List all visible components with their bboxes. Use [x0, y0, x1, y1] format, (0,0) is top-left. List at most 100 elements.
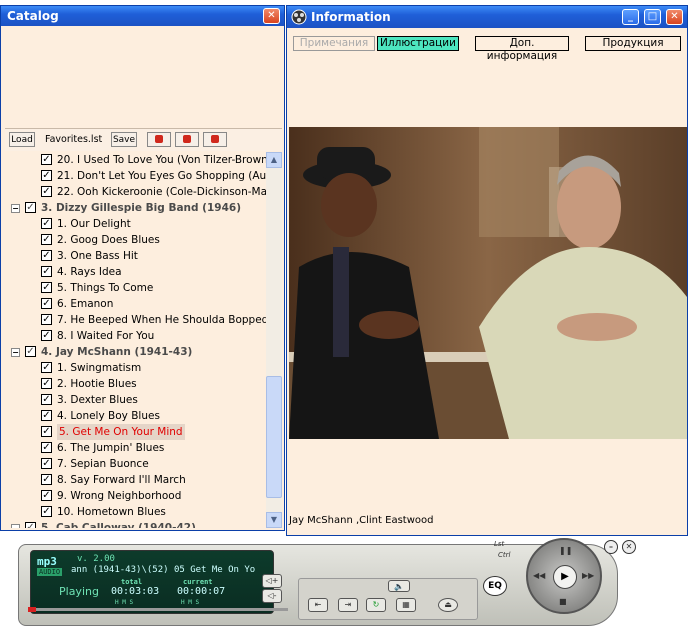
volume-up-icon[interactable]: ◁+	[262, 574, 282, 588]
scroll-up-icon[interactable]: ▲	[266, 152, 282, 168]
playlist-icon[interactable]: ▦	[396, 598, 416, 612]
check-icon[interactable]: ✓	[41, 186, 52, 197]
check-icon[interactable]: ✓	[41, 170, 52, 181]
check-icon[interactable]: ✓	[41, 490, 52, 501]
check-icon[interactable]: ✓	[41, 506, 52, 517]
tab-extra-info[interactable]: Доп. информация	[475, 36, 569, 62]
speaker-icon[interactable]: 🔈	[388, 580, 410, 592]
track-label: 5. Things To Come	[57, 282, 154, 294]
track-label: 8. I Waited For You	[57, 330, 155, 342]
prev-track-icon[interactable]: ⇤	[308, 598, 328, 612]
expand-icon[interactable]	[203, 132, 227, 147]
check-icon[interactable]: ✓	[41, 298, 52, 309]
tab-products[interactable]: Продукция	[585, 36, 681, 51]
catalog-title: Catalog	[7, 9, 59, 23]
maximize-icon[interactable]: □	[644, 9, 661, 25]
collapse-icon[interactable]: −	[11, 348, 20, 357]
total-time: 00:03:03	[111, 586, 160, 597]
check-icon[interactable]: ✓	[41, 442, 52, 453]
forward-icon[interactable]: ▶▶	[582, 571, 594, 580]
check-icon[interactable]: ✓	[41, 378, 52, 389]
seek-bar[interactable]	[28, 607, 288, 612]
track-label: 1. Our Delight	[57, 218, 131, 230]
next-track-icon[interactable]: ⇥	[338, 598, 358, 612]
check-icon[interactable]: ✓	[41, 266, 52, 277]
move-up-down-icon[interactable]	[175, 132, 199, 147]
player-display: mp3 AUDIO v. 2.00 ann (1941-43)\(52) 05 …	[30, 550, 274, 614]
check-icon[interactable]: ✓	[41, 474, 52, 485]
save-button[interactable]: Save	[111, 132, 137, 147]
player-logo: mp3	[37, 555, 57, 568]
check-icon[interactable]: ✓	[41, 250, 52, 261]
collapse-icon[interactable]: −	[11, 204, 20, 213]
pause-icon[interactable]: ❚❚	[559, 546, 572, 555]
current-hms: H M S	[181, 599, 200, 606]
player-close-icon[interactable]: ✕	[622, 540, 636, 554]
scroll-thumb[interactable]	[266, 376, 282, 498]
total-hms: H M S	[115, 599, 134, 606]
player-track-scroll: ann (1941-43)\(52) 05 Get Me On Yo	[71, 565, 256, 575]
photo-caption: Jay McShann ,Clint Eastwood	[289, 515, 434, 526]
tab-notes[interactable]: Примечания	[293, 36, 375, 51]
check-icon[interactable]: ✓	[41, 154, 52, 165]
vertical-scrollbar[interactable]: ▲ ▼	[266, 152, 282, 528]
move-all-icon[interactable]	[147, 132, 171, 147]
close-icon[interactable]: ✕	[263, 8, 280, 24]
player-audio-badge: AUDIO	[37, 568, 63, 576]
stop-icon[interactable]: ■	[559, 597, 567, 606]
track-label: 7. He Beeped When He Shoulda Bopped	[57, 314, 266, 326]
play-icon[interactable]: ▶	[553, 565, 577, 589]
group-label: 5. Cab Calloway (1940-42)	[41, 522, 196, 528]
info-title: Information	[311, 10, 391, 24]
audio-player: mp3 AUDIO v. 2.00 ann (1941-43)\(52) 05 …	[18, 538, 638, 628]
check-icon[interactable]: ✓	[41, 234, 52, 245]
check-icon[interactable]: ✓	[41, 394, 52, 405]
total-label: total	[121, 578, 143, 586]
collapse-icon[interactable]: −	[11, 524, 20, 528]
track-label: 3. One Bass Hit	[57, 250, 138, 262]
load-button[interactable]: Load	[9, 132, 35, 147]
rewind-icon[interactable]: ◀◀	[533, 571, 545, 580]
close-icon[interactable]: ✕	[666, 9, 683, 25]
playlist-name: Favorites.lst	[45, 134, 103, 145]
info-titlebar[interactable]: Information _ □ ✕	[287, 6, 687, 28]
check-icon[interactable]: ✓	[41, 330, 52, 341]
playlist-tree[interactable]: ✓ 20. I Used To Love You (Von Tilzer-Brow…	[5, 152, 266, 528]
catalog-window: Catalog ✕ Load Favorites.lst Save ✓ 20. I…	[0, 5, 285, 531]
transport-knob[interactable]: ▶ ❚❚ ■ ◀◀ ▶▶	[526, 538, 602, 614]
reel-icon	[291, 9, 307, 25]
catalog-titlebar[interactable]: Catalog ✕	[1, 6, 284, 26]
check-icon[interactable]: ✓	[41, 282, 52, 293]
information-window: Information _ □ ✕ Примечания Иллюстрации…	[286, 5, 688, 536]
minimize-icon[interactable]: _	[622, 9, 639, 25]
seek-thumb[interactable]	[28, 607, 36, 612]
check-icon[interactable]: ✓	[41, 458, 52, 469]
group-label: 3. Dizzy Gillespie Big Band (1946)	[41, 202, 241, 214]
check-icon[interactable]: ✓	[25, 522, 36, 528]
volume-down-icon[interactable]: ◁-	[262, 589, 282, 603]
scroll-down-icon[interactable]: ▼	[266, 512, 282, 528]
player-status: Playing	[59, 585, 99, 598]
ctrl-button[interactable]: Ctrl	[498, 551, 510, 559]
check-icon[interactable]: ✓	[25, 202, 36, 213]
group-label: 4. Jay McShann (1941-43)	[41, 346, 193, 358]
eq-button[interactable]: EQ	[483, 576, 507, 596]
tab-illustrations[interactable]: Иллюстрации	[377, 36, 459, 51]
track-label: 21. Don't Let You Eyes Go Shopping (Aust…	[57, 170, 266, 182]
lst-button[interactable]: Lst	[494, 540, 504, 548]
repeat-icon[interactable]: ↻	[366, 598, 386, 612]
check-icon[interactable]: ✓	[41, 362, 52, 373]
check-icon[interactable]: ✓	[41, 426, 52, 437]
check-icon[interactable]: ✓	[41, 410, 52, 421]
eject-icon[interactable]: ⏏	[438, 598, 458, 612]
check-icon[interactable]: ✓	[41, 218, 52, 229]
track-label: 1. Swingmatism	[57, 362, 142, 374]
catalog-info-area	[5, 28, 281, 128]
track-label: 4. Rays Idea	[57, 266, 122, 278]
check-icon[interactable]: ✓	[41, 314, 52, 325]
track-label: 4. Lonely Boy Blues	[57, 410, 160, 422]
current-label: current	[183, 578, 213, 586]
check-icon[interactable]: ✓	[25, 346, 36, 357]
player-minimize-icon[interactable]: –	[604, 540, 618, 554]
track-label: 5. Get Me On Your Mind	[57, 424, 185, 440]
